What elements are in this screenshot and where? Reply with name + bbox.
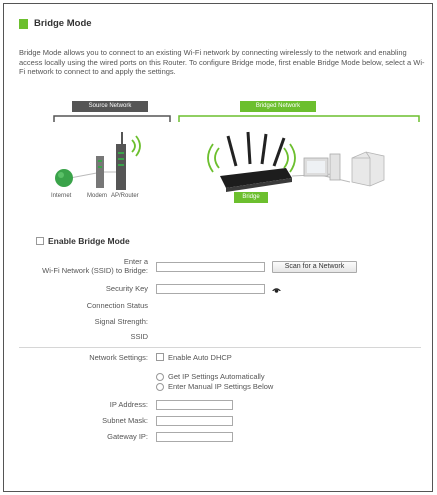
gateway-ip-label: Gateway IP: <box>107 432 148 441</box>
internet-caption: Internet <box>51 193 72 199</box>
auto-ip-label: Get IP Settings Automatically <box>168 372 265 381</box>
network-diagram: Source Network Bridged Network Internet … <box>4 96 434 216</box>
scan-network-button[interactable]: Scan for a Network <box>272 261 357 273</box>
enable-bridge-label: Enable Bridge Mode <box>48 236 130 246</box>
network-settings-label: Network Settings: <box>89 353 148 362</box>
console-icon <box>351 151 385 187</box>
security-key-label: Security Key <box>105 284 148 293</box>
signal-strength-label: Signal Strength: <box>94 317 148 326</box>
gateway-ip-input[interactable] <box>156 432 233 442</box>
show-password-icon[interactable] <box>272 286 281 294</box>
section-divider <box>19 347 421 348</box>
subnet-mask-label: Subnet Mask: <box>102 416 148 425</box>
ip-address-label: IP Address: <box>109 400 148 409</box>
section-marker <box>19 19 28 29</box>
source-network-label: Source Network <box>72 101 148 112</box>
auto-dhcp-label: Enable Auto DHCP <box>168 353 232 362</box>
globe-icon <box>55 169 73 187</box>
ssid-label-line1: Enter a <box>123 257 148 266</box>
bridged-network-label: Bridged Network <box>240 101 316 112</box>
enable-bridge-checkbox[interactable] <box>36 237 44 245</box>
auto-ip-radio[interactable] <box>156 373 164 381</box>
connection-status-label: Connection Status <box>86 301 148 310</box>
router-icon <box>116 132 141 190</box>
description-text: Bridge Mode allows you to connect to an … <box>19 48 425 76</box>
router-caption: AP/Router <box>111 193 139 199</box>
ssid-label-line2: Wi-Fi Network (SSID) to Bridge: <box>42 266 148 275</box>
subnet-mask-input[interactable] <box>156 416 233 426</box>
ssid-info-label: SSID <box>130 332 148 341</box>
modem-icon <box>96 156 104 188</box>
auto-dhcp-checkbox[interactable] <box>156 353 164 361</box>
computer-icon <box>303 153 341 181</box>
ip-address-input[interactable] <box>156 400 233 410</box>
ssid-input[interactable] <box>156 262 265 272</box>
bridge-router-icon <box>220 131 292 192</box>
bridge-label: Bridge <box>234 192 268 203</box>
manual-ip-radio[interactable] <box>156 383 164 391</box>
wifi-icon <box>207 143 296 173</box>
modem-caption: Modem <box>87 193 108 199</box>
page-title: Bridge Mode <box>34 18 92 29</box>
security-key-input[interactable] <box>156 284 265 294</box>
manual-ip-label: Enter Manual IP Settings Below <box>168 382 274 391</box>
bridge-mode-panel: Bridge Mode Bridge Mode allows you to co… <box>3 3 433 492</box>
